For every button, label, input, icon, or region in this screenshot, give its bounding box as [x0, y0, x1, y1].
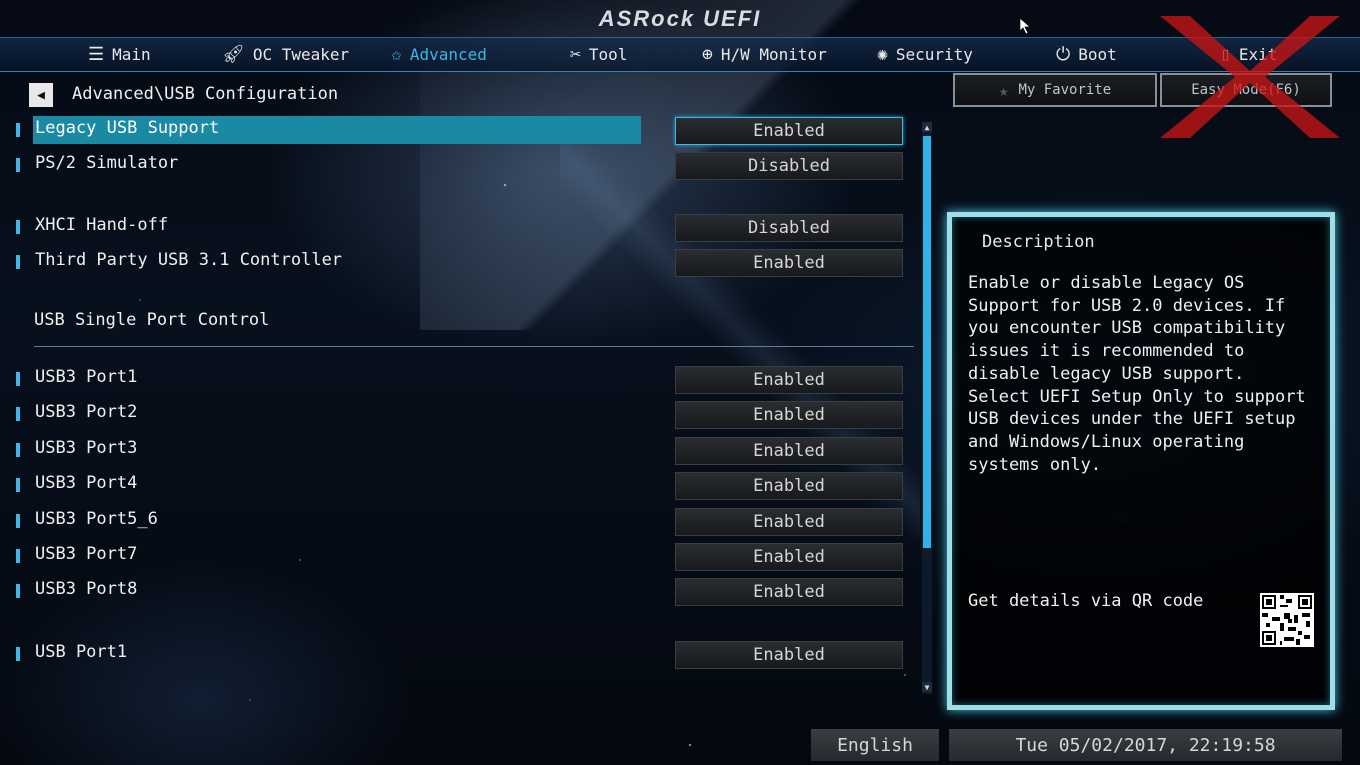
row-bullet	[16, 407, 20, 421]
easy-mode-label: Easy Mode(F6)	[1191, 82, 1301, 98]
tab-hw-monitor[interactable]: ⊕ H/W Monitor	[702, 38, 827, 71]
section-divider	[34, 346, 914, 347]
setting-value-dropdown[interactable]: Enabled	[675, 117, 903, 145]
shield-icon: ✺	[877, 44, 888, 65]
breadcrumb: Advanced\USB Configuration	[72, 84, 339, 104]
setting-label: XHCI Hand-off	[35, 215, 169, 235]
row-bullet	[16, 647, 20, 661]
setting-row-usb3-port3[interactable]: USB3 Port3 Enabled	[0, 436, 915, 465]
setting-label: USB3 Port3	[35, 438, 138, 458]
setting-row-legacy-usb-support[interactable]: Legacy USB Support Enabled	[0, 116, 915, 145]
row-bullet	[16, 443, 20, 457]
star-icon: ✩	[391, 44, 402, 65]
setting-value-dropdown[interactable]: Enabled	[675, 401, 903, 429]
setting-row-usb3-port8[interactable]: USB3 Port8 Enabled	[0, 577, 915, 606]
description-title: Description	[982, 232, 1095, 252]
setting-value-dropdown[interactable]: Disabled	[675, 152, 903, 180]
setting-value-dropdown[interactable]: Enabled	[675, 508, 903, 536]
my-favorite-label: My Favorite	[1018, 82, 1112, 98]
setting-label: USB3 Port5_6	[35, 509, 158, 529]
power-icon: ⏻	[1056, 44, 1071, 65]
description-text: Enable or disable Legacy OS Support for …	[968, 273, 1306, 475]
row-bullet	[16, 549, 20, 563]
tab-tool[interactable]: ✂ Tool	[570, 38, 627, 71]
setting-row-xhci-hand-off[interactable]: XHCI Hand-off Disabled	[0, 213, 915, 242]
my-favorite-button[interactable]: ★ My Favorite	[953, 73, 1157, 107]
monitor-icon: ⊕	[702, 44, 713, 65]
setting-value-dropdown[interactable]: Enabled	[675, 472, 903, 500]
tab-label: Main	[112, 45, 151, 64]
tab-advanced[interactable]: ✩ Advanced	[391, 38, 487, 71]
setting-value-dropdown[interactable]: Enabled	[675, 578, 903, 606]
setting-label: Legacy USB Support	[35, 118, 220, 138]
tab-oc-tweaker[interactable]: 🚀︎ OC Tweaker	[222, 38, 349, 71]
favorite-star-icon: ★	[998, 80, 1009, 100]
setting-row-usb3-port7[interactable]: USB3 Port7 Enabled	[0, 542, 915, 571]
scroll-up-arrow-icon[interactable]: ▲	[922, 122, 932, 132]
setting-row-usb3-port5-6[interactable]: USB3 Port5_6 Enabled	[0, 507, 915, 536]
tab-boot[interactable]: ⏻ Boot	[1056, 38, 1117, 71]
row-bullet	[16, 255, 20, 269]
setting-row-usb3-port2[interactable]: USB3 Port2 Enabled	[0, 400, 915, 429]
setting-label: Third Party USB 3.1 Controller	[35, 250, 343, 270]
row-bullet	[16, 372, 20, 386]
list-icon: ☰	[88, 44, 105, 65]
qr-code-label: Get details via QR code	[968, 591, 1204, 611]
qr-code-icon	[1260, 593, 1314, 647]
setting-row-ps2-simulator[interactable]: PS/2 Simulator Disabled	[0, 151, 915, 180]
row-bullet	[16, 478, 20, 492]
back-arrow-icon: ◀	[37, 87, 45, 103]
language-selector[interactable]: English	[811, 729, 939, 761]
tab-label: Security	[895, 45, 973, 64]
tab-label: Exit	[1238, 45, 1278, 64]
setting-value-dropdown[interactable]: Disabled	[675, 214, 903, 242]
scroll-down-arrow-icon[interactable]: ▼	[922, 682, 932, 692]
setting-label: PS/2 Simulator	[35, 153, 179, 173]
setting-row-usb3-port4[interactable]: USB3 Port4 Enabled	[0, 471, 915, 500]
app-logo: ASRock UEFI	[598, 6, 762, 31]
tab-main[interactable]: ☰ Main	[88, 38, 151, 71]
scrollbar-thumb[interactable]	[923, 136, 931, 548]
tab-label: Boot	[1078, 45, 1117, 64]
exit-icon: ▯	[1220, 44, 1231, 65]
setting-label: USB Port1	[35, 642, 128, 662]
row-bullet	[16, 514, 20, 528]
setting-row-usb-port1[interactable]: USB Port1 Enabled	[0, 640, 915, 669]
setting-value-dropdown[interactable]: Enabled	[675, 641, 903, 669]
rocket-icon: 🚀︎	[222, 44, 245, 65]
tab-label: Tool	[588, 45, 628, 64]
setting-label: USB3 Port1	[35, 367, 138, 387]
setting-label: USB3 Port8	[35, 579, 138, 599]
setting-value-dropdown[interactable]: Enabled	[675, 437, 903, 465]
back-button[interactable]: ◀	[29, 83, 53, 107]
setting-label: USB3 Port2	[35, 402, 138, 422]
row-bullet	[16, 584, 20, 598]
setting-row-third-party-usb31[interactable]: Third Party USB 3.1 Controller Enabled	[0, 248, 915, 277]
tools-icon: ✂	[570, 44, 581, 65]
tab-security[interactable]: ✺ Security	[877, 38, 973, 71]
row-bullet	[16, 123, 20, 137]
row-bullet	[16, 220, 20, 234]
tab-exit[interactable]: ▯ Exit	[1220, 38, 1277, 71]
setting-row-usb3-port1[interactable]: USB3 Port1 Enabled	[0, 365, 915, 394]
tab-label: H/W Monitor	[720, 45, 827, 64]
setting-label: USB3 Port7	[35, 544, 138, 564]
tab-label: OC Tweaker	[252, 45, 350, 64]
section-heading: USB Single Port Control	[34, 310, 270, 330]
tab-label: Advanced	[409, 45, 487, 64]
row-bullet	[16, 158, 20, 172]
date-time-display: Tue 05/02/2017, 22:19:58	[949, 729, 1342, 761]
setting-value-dropdown[interactable]: Enabled	[675, 366, 903, 394]
setting-value-dropdown[interactable]: Enabled	[675, 543, 903, 571]
setting-label: USB3 Port4	[35, 473, 138, 493]
top-navigation: ☰ Main 🚀︎ OC Tweaker ✩ Advanced ✂ Tool ⊕…	[0, 37, 1360, 72]
mouse-cursor-icon	[1020, 18, 1031, 34]
easy-mode-button[interactable]: Easy Mode(F6)	[1160, 73, 1332, 107]
setting-value-dropdown[interactable]: Enabled	[675, 249, 903, 277]
description-panel: Description Enable or disable Legacy OS …	[947, 212, 1335, 710]
